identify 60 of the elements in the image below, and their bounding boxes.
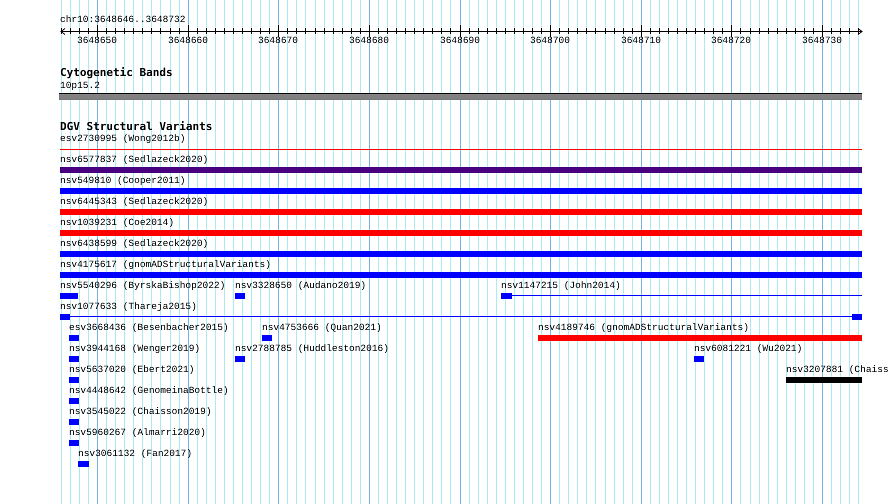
feature-label[interactable]: nsv2788785 (Huddleston2016): [235, 343, 389, 354]
gapped-feature[interactable]: [501, 293, 862, 299]
ruler-tick-label: 3648720: [711, 35, 751, 46]
gapped-feature[interactable]: [60, 314, 862, 320]
feature-bar[interactable]: [235, 356, 245, 362]
feature-label[interactable]: nsv549810 (Cooper2011): [60, 175, 186, 186]
feature-label[interactable]: nsv3944168 (Wenger2019): [69, 343, 200, 354]
ruler-tick-label: 3648730: [802, 35, 842, 46]
ruler-tick-label: 3648670: [258, 35, 298, 46]
track-title: Cytogenetic Bands: [60, 67, 173, 78]
feature-bar[interactable]: [786, 377, 862, 383]
feature-bar[interactable]: [60, 230, 862, 236]
feature-bar[interactable]: [60, 251, 862, 257]
feature-bar[interactable]: [235, 293, 245, 299]
feature-bar[interactable]: [538, 335, 862, 341]
ruler-tick-label: 3648690: [440, 35, 480, 46]
feature-label[interactable]: nsv6081221 (Wu2021): [694, 343, 802, 354]
feature-label[interactable]: nsv1147215 (John2014): [501, 280, 621, 291]
feature-label[interactable]: nsv3328650 (Audano2019): [235, 280, 366, 291]
feature-bar[interactable]: [69, 335, 79, 341]
feature-bar[interactable]: [69, 419, 79, 425]
feature-bar[interactable]: [69, 356, 79, 362]
feature-bar[interactable]: [69, 377, 79, 383]
ruler-tick-label: 3648700: [530, 35, 570, 46]
position-label: chr10:3648646..3648732: [60, 14, 186, 25]
feature-label[interactable]: nsv4189746 (gnomADStructuralVariants): [538, 322, 749, 333]
feature-label[interactable]: 10p15.2: [60, 80, 100, 91]
feature-bar[interactable]: [60, 188, 862, 194]
feature-label[interactable]: nsv4175617 (gnomADStructuralVariants): [60, 259, 271, 270]
feature-bar[interactable]: [69, 398, 79, 404]
feature-line[interactable]: [60, 149, 862, 150]
ruler-tick-label: 3648680: [349, 35, 389, 46]
feature-label[interactable]: nsv3061132 (Fan2017): [78, 448, 192, 459]
ruler-tick-label: 3648660: [168, 35, 208, 46]
feature-bar[interactable]: [694, 356, 704, 362]
feature-label[interactable]: nsv5540296 (ByrskaBishop2022): [60, 280, 226, 291]
feature-bar[interactable]: [78, 461, 89, 467]
ruler-tick-label: 3648710: [621, 35, 661, 46]
feature-label[interactable]: nsv6445343 (Sedlazeck2020): [60, 196, 208, 207]
feature-label[interactable]: nsv3545022 (Chaisson2019): [69, 406, 212, 417]
track-title: DGV Structural Variants: [60, 121, 212, 132]
feature-label[interactable]: esv2730995 (Wong2012b): [60, 133, 186, 144]
feature-bar[interactable]: [60, 293, 78, 299]
feature-bar[interactable]: [60, 209, 862, 215]
feature-bar[interactable]: [262, 335, 272, 341]
feature-label[interactable]: nsv5637020 (Ebert2021): [69, 364, 194, 375]
feature-label[interactable]: nsv6577837 (Sedlazeck2020): [60, 154, 208, 165]
ruler-tick-label: 3648650: [77, 35, 117, 46]
feature-bar[interactable]: [69, 440, 79, 446]
feature-label[interactable]: nsv5960267 (Almarri2020): [69, 427, 206, 438]
feature-label[interactable]: nsv1077633 (Thareja2015): [60, 301, 197, 312]
feature-label[interactable]: esv3668436 (Besenbacher2015): [69, 322, 229, 333]
feature-bar[interactable]: [60, 167, 862, 173]
feature-label[interactable]: nsv4753666 (Quan2021): [262, 322, 382, 333]
feature-label[interactable]: nsv3207881 (Chaiss: [786, 364, 889, 375]
feature-label[interactable]: nsv1039231 (Coe2014): [60, 217, 174, 228]
feature-label[interactable]: nsv6438599 (Sedlazeck2020): [60, 238, 208, 249]
feature-label[interactable]: nsv4448642 (GenomeinaBottle): [69, 385, 229, 396]
band-bar[interactable]: [59, 93, 862, 100]
feature-bar[interactable]: [60, 272, 862, 278]
